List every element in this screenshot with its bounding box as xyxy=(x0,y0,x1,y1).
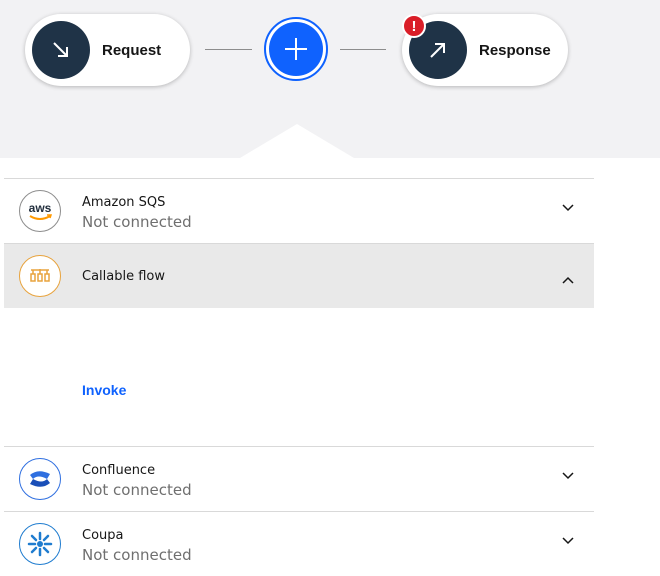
connector-status: Not connected xyxy=(82,213,192,231)
request-node[interactable]: Request xyxy=(25,14,190,86)
connector-name: Callable flow xyxy=(82,269,166,284)
svg-text:aws: aws xyxy=(29,201,52,215)
connector-row-coupa[interactable]: Coupa Not connected xyxy=(4,511,594,576)
add-node-button[interactable] xyxy=(264,17,328,81)
chevron-down-icon[interactable] xyxy=(561,535,575,545)
connector-status: Not connected xyxy=(82,481,192,499)
plus-icon xyxy=(269,22,323,76)
arrow-down-right-icon xyxy=(32,21,90,79)
connector-name: Coupa xyxy=(82,528,124,543)
connector-name: Confluence xyxy=(82,463,156,478)
invoke-action-link[interactable]: Invoke xyxy=(82,382,126,398)
connector-row-confluence[interactable]: Confluence Not connected xyxy=(4,446,594,511)
connector-list: aws Amazon SQS Not connected Callable fl… xyxy=(4,178,594,576)
aws-icon: aws xyxy=(19,190,61,232)
warning-icon: ! xyxy=(402,14,426,38)
callable-flow-actions: Invoke xyxy=(4,308,594,446)
connector-name: Amazon SQS xyxy=(82,195,166,210)
connector-row-callable-flow[interactable]: Callable flow xyxy=(4,243,594,308)
connector-line xyxy=(340,49,386,50)
confluence-icon xyxy=(19,458,61,500)
request-label: Request xyxy=(102,41,162,59)
chevron-up-icon[interactable] xyxy=(561,276,575,286)
connector-row-amazon-sqs[interactable]: aws Amazon SQS Not connected xyxy=(4,178,594,243)
chevron-down-icon[interactable] xyxy=(561,202,575,212)
panel-pointer xyxy=(240,124,354,158)
response-label: Response xyxy=(479,41,551,59)
response-node[interactable]: Response xyxy=(402,14,568,86)
connector-line xyxy=(205,49,252,50)
connector-status: Not connected xyxy=(82,546,192,564)
callable-flow-icon xyxy=(19,255,61,297)
chevron-down-icon[interactable] xyxy=(561,470,575,480)
